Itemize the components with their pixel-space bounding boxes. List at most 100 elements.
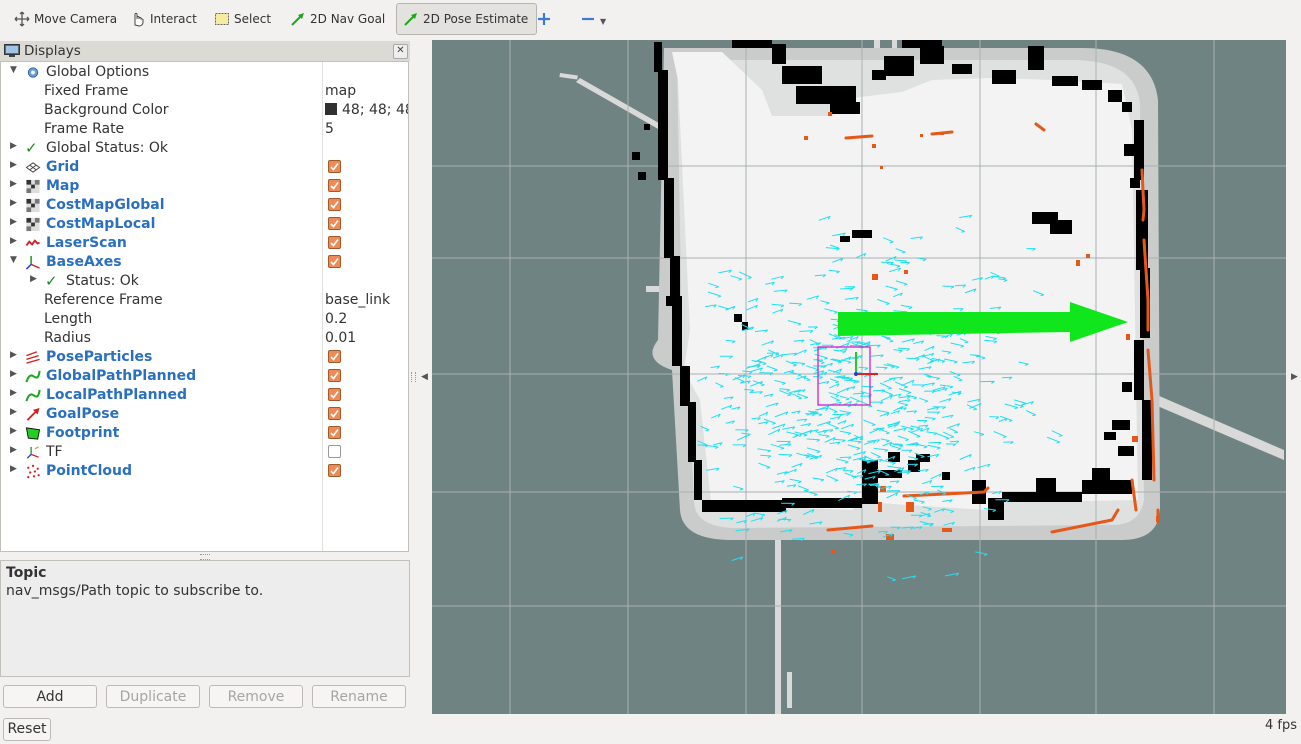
tree-row-background-color[interactable]: Background Color 48; 48; 48 (1, 101, 408, 120)
collapsed-arrow-icon[interactable]: ▶ (10, 217, 17, 227)
map-icon (26, 179, 40, 194)
tree-row-global-path[interactable]: ▶ GlobalPathPlanned (1, 367, 408, 386)
costmap-global-checkbox[interactable] (328, 198, 341, 211)
close-icon[interactable]: ✕ (393, 44, 408, 59)
toolbar: Move Camera Interact Select 2D Nav Goal … (0, 0, 1301, 40)
fixed-frame-value[interactable]: map (325, 83, 356, 99)
tree-row-global-status[interactable]: ▶ ✓ Global Status: Ok (1, 139, 408, 158)
vertical-splitter-handle[interactable] (411, 372, 416, 382)
collapsed-arrow-icon[interactable]: ▶ (10, 179, 17, 189)
displays-title: Displays (24, 43, 81, 59)
collapsed-arrow-icon[interactable]: ▶ (10, 407, 17, 417)
footprint-checkbox[interactable] (328, 426, 341, 439)
tree-row-costmap-global[interactable]: ▶ CostMapGlobal (1, 196, 408, 215)
reference-frame-value[interactable]: base_link (325, 292, 390, 308)
collapsed-arrow-icon[interactable]: ▶ (10, 388, 17, 398)
background-color-value[interactable]: 48; 48; 48 (325, 102, 408, 118)
interact-tool[interactable]: Interact (130, 5, 197, 33)
pose-particles-checkbox[interactable] (328, 350, 341, 363)
collapsed-arrow-icon[interactable]: ▶ (10, 426, 17, 436)
2d-pose-estimate-tool[interactable]: 2D Pose Estimate (396, 3, 538, 35)
add-tool-button[interactable] (536, 5, 556, 33)
tree-row-reference-frame[interactable]: Reference Frame base_link (1, 291, 408, 310)
length-value[interactable]: 0.2 (325, 311, 347, 327)
add-button[interactable]: Add (3, 685, 97, 708)
plus-icon (536, 11, 552, 27)
minus-icon (580, 11, 596, 27)
frame-rate-value[interactable]: 5 (325, 121, 334, 137)
tree-row-costmap-local[interactable]: ▶ CostMapLocal (1, 215, 408, 234)
tree-row-frame-rate[interactable]: Frame Rate 5 (1, 120, 408, 139)
particle-arrow (975, 551, 988, 557)
collapsed-arrow-icon[interactable]: ▶ (10, 350, 17, 360)
local-path-checkbox[interactable] (328, 388, 341, 401)
expanded-arrow-icon[interactable]: ▼ (10, 65, 17, 75)
description-panel: Topic nav_msgs/Path topic to subscribe t… (0, 560, 410, 677)
tree-row-global-options[interactable]: ▼ Global Options (1, 63, 408, 82)
2d-pose-estimate-label: 2D Pose Estimate (423, 12, 529, 26)
duplicate-button[interactable]: Duplicate (106, 685, 200, 708)
collapsed-arrow-icon[interactable]: ▶ (10, 198, 17, 208)
path-icon (25, 389, 41, 402)
reset-button[interactable]: Reset (3, 718, 51, 741)
map-checkbox[interactable] (328, 179, 341, 192)
tree-row-pose-particles[interactable]: ▶ PoseParticles (1, 348, 408, 367)
collapsed-arrow-icon[interactable]: ▶ (10, 369, 17, 379)
goal-pose-checkbox[interactable] (328, 407, 341, 420)
map-icon (26, 198, 40, 213)
remove-tool-button[interactable]: ▼ (580, 5, 606, 33)
axis-z (854, 372, 858, 376)
tree-row-laserscan[interactable]: ▶ LaserScan (1, 234, 408, 253)
costmap-local-checkbox[interactable] (328, 217, 341, 230)
rename-button[interactable]: Rename (312, 685, 406, 708)
2d-nav-goal-tool[interactable]: 2D Nav Goal (290, 5, 385, 33)
collapse-right-arrow-icon[interactable]: ▶ (1291, 372, 1298, 382)
tree-label: PointCloud (46, 463, 133, 479)
particle-arrow (887, 576, 896, 582)
tree-row-radius[interactable]: Radius 0.01 (1, 329, 408, 348)
collapsed-arrow-icon[interactable]: ▶ (10, 236, 17, 246)
radius-value[interactable]: 0.01 (325, 330, 356, 346)
collapsed-arrow-icon[interactable]: ▶ (10, 160, 17, 170)
tree-label: Map (46, 178, 80, 194)
tree-row-fixed-frame[interactable]: Fixed Frame map (1, 82, 408, 101)
grid-checkbox[interactable] (328, 160, 341, 173)
tree-label: GlobalPathPlanned (46, 368, 197, 384)
tree-label: Background Color (44, 102, 169, 118)
select-tool[interactable]: Select (214, 5, 271, 33)
tree-row-footprint[interactable]: ▶ Footprint (1, 424, 408, 443)
pointcloud-icon (27, 464, 40, 479)
baseaxes-checkbox[interactable] (328, 255, 341, 268)
tree-row-goal-pose[interactable]: ▶ GoalPose (1, 405, 408, 424)
path-icon (25, 370, 41, 383)
remove-button[interactable]: Remove (209, 685, 303, 708)
collapsed-arrow-icon[interactable]: ▶ (10, 445, 17, 455)
tree-row-grid[interactable]: ▶ Grid (1, 158, 408, 177)
tree-label: Fixed Frame (44, 83, 129, 99)
interact-label: Interact (150, 12, 197, 26)
particle-arrow (944, 572, 960, 577)
particle-arrow (731, 556, 744, 561)
tree-label: Status: Ok (66, 273, 139, 289)
collapsed-arrow-icon[interactable]: ▶ (10, 141, 17, 151)
tree-row-pointcloud[interactable]: ▶ PointCloud (1, 462, 408, 481)
3d-viewport[interactable] (432, 40, 1286, 714)
tree-label: Global Status: Ok (46, 140, 169, 156)
move-camera-tool[interactable]: Move Camera (14, 5, 117, 33)
collapsed-arrow-icon[interactable]: ▶ (10, 464, 17, 474)
tree-row-local-path[interactable]: ▶ LocalPathPlanned (1, 386, 408, 405)
map-render (432, 40, 1286, 714)
global-path-checkbox[interactable] (328, 369, 341, 382)
tree-row-status-ok[interactable]: ▶ ✓ Status: Ok (1, 272, 408, 291)
axes-icon (25, 255, 40, 270)
tf-checkbox[interactable] (328, 445, 341, 458)
collapse-left-arrow-icon[interactable]: ◀ (421, 372, 428, 382)
tree-row-tf[interactable]: ▶ TF (1, 443, 408, 462)
tree-row-map[interactable]: ▶ Map (1, 177, 408, 196)
collapsed-arrow-icon[interactable]: ▶ (30, 274, 37, 284)
laserscan-checkbox[interactable] (328, 236, 341, 249)
expanded-arrow-icon[interactable]: ▼ (10, 255, 17, 265)
tree-row-length[interactable]: Length 0.2 (1, 310, 408, 329)
pointcloud-checkbox[interactable] (328, 464, 341, 477)
tree-row-baseaxes[interactable]: ▼ BaseAxes (1, 253, 408, 272)
